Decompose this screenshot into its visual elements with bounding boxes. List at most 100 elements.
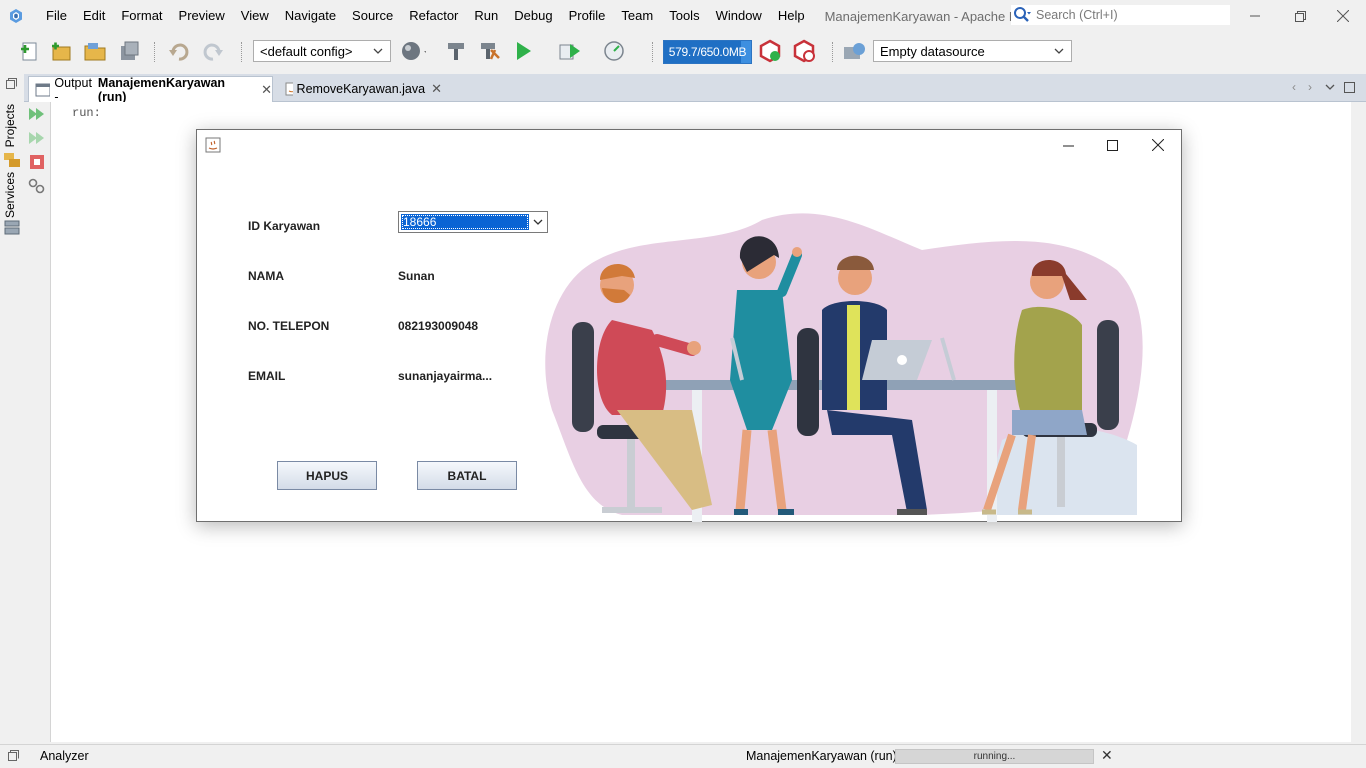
chevron-down-icon (1054, 48, 1064, 54)
email-value: sunanjayairma... (398, 369, 493, 383)
services-tab[interactable]: Services (3, 172, 17, 218)
datasource-select[interactable]: Empty datasource (873, 40, 1072, 62)
dialog-maximize-button[interactable] (1089, 130, 1135, 160)
run-project-button[interactable] (514, 38, 540, 64)
toolbar-separator (241, 42, 242, 62)
clean-build-icon (481, 43, 500, 60)
profile-gauge-icon (604, 41, 624, 61)
quick-search[interactable] (1011, 5, 1230, 25)
restore-group-icon[interactable] (6, 78, 18, 90)
menu-window[interactable]: Window (708, 0, 770, 32)
rerun-params-icon (29, 132, 44, 144)
config-select[interactable]: <default config> (253, 40, 391, 62)
services-panel-icon[interactable] (4, 220, 20, 236)
stop-button[interactable] (28, 153, 46, 171)
build-button[interactable] (443, 38, 469, 64)
profile-ide-button[interactable] (791, 38, 817, 64)
close-tab-icon[interactable]: ✕ (431, 81, 442, 97)
profile-project-button[interactable] (603, 38, 629, 64)
dialog-title-bar (197, 130, 1181, 160)
close-tab-icon[interactable]: ✕ (261, 82, 272, 98)
menu-navigate[interactable]: Navigate (277, 0, 344, 32)
restore-group-icon[interactable] (8, 750, 20, 762)
tab-output[interactable]: Output - ManajemenKaryawan (run) ✕ (28, 75, 273, 104)
config-select-value: <default config> (260, 43, 353, 59)
dialog-minimize-button[interactable] (1045, 130, 1091, 160)
tab-list-chevron-icon[interactable] (1325, 82, 1335, 92)
datasource-select-value: Empty datasource (880, 43, 985, 59)
editor-tab-bar: Output - ManajemenKaryawan (run) ✕ Remov… (24, 74, 1366, 104)
database-button[interactable] (842, 38, 868, 64)
rerun-button[interactable] (28, 105, 46, 123)
toolbar-separator (154, 42, 155, 62)
minimize-icon (1062, 145, 1074, 146)
menu-help[interactable]: Help (770, 0, 813, 32)
save-all-icon (121, 41, 139, 60)
menu-refactor[interactable]: Refactor (401, 0, 466, 32)
menu-tools[interactable]: Tools (661, 0, 707, 32)
scroll-tabs-left-icon[interactable]: ‹ (1292, 80, 1296, 94)
menu-team[interactable]: Team (613, 0, 661, 32)
gc-button[interactable] (757, 38, 783, 64)
output-scrollbar[interactable] (1351, 102, 1366, 742)
output-settings-button[interactable] (28, 177, 46, 195)
dialog-close-button[interactable] (1135, 130, 1181, 160)
menu-format[interactable]: Format (113, 0, 170, 32)
output-side-toolbar (24, 102, 51, 742)
menu-profile[interactable]: Profile (561, 0, 614, 32)
task-progress-bar[interactable]: running... (895, 749, 1094, 764)
cancel-task-icon[interactable]: ✕ (1101, 747, 1113, 764)
tab-output-prefix: Output - (54, 75, 92, 104)
menu-file[interactable]: File (38, 0, 75, 32)
memory-usage-indicator[interactable]: 579.7/650.0MB (663, 40, 752, 64)
telepon-label: NO. TELEPON (248, 319, 330, 333)
profile-ide-icon (793, 39, 815, 63)
globe-button[interactable] (400, 38, 426, 64)
search-input[interactable] (1036, 8, 1216, 22)
running-task-label[interactable]: ManajemenKaryawan (run) (746, 749, 897, 763)
save-all-button[interactable] (116, 38, 142, 64)
database-icon (844, 43, 865, 59)
telepon-value: 082193009048 (398, 319, 479, 333)
hapus-button[interactable]: HAPUS (277, 461, 377, 490)
debug-project-button[interactable] (558, 38, 584, 64)
restore-window-button[interactable] (1277, 0, 1323, 32)
undo-icon (169, 43, 189, 61)
menu-debug[interactable]: Debug (506, 0, 560, 32)
undo-button[interactable] (166, 38, 192, 64)
rerun-icon (29, 108, 44, 120)
minimize-icon (1250, 15, 1260, 17)
new-project-button[interactable] (48, 38, 74, 64)
output-window-icon (35, 83, 51, 96)
search-icon (1014, 7, 1031, 22)
menu-preview[interactable]: Preview (171, 0, 233, 32)
maximize-panel-icon[interactable] (1344, 82, 1355, 93)
gc-icon (759, 39, 781, 63)
tab-remove-karyawan[interactable]: RemoveKaryawan.java ✕ (282, 76, 442, 102)
projects-tab[interactable]: Projects (3, 104, 17, 147)
id-karyawan-combobox[interactable]: 18666 (398, 211, 548, 233)
clean-build-button[interactable] (477, 38, 503, 64)
open-project-button[interactable] (82, 38, 108, 64)
menu-run[interactable]: Run (466, 0, 506, 32)
restore-icon (1294, 10, 1306, 22)
tab-remove-karyawan-label: RemoveKaryawan.java (296, 82, 426, 96)
nama-value: Sunan (398, 269, 435, 283)
chevron-down-icon (373, 48, 383, 54)
new-file-button[interactable] (16, 38, 42, 64)
left-side-panel: Projects Services (0, 72, 24, 744)
progress-text: running... (973, 751, 1016, 762)
analyzer-tab[interactable]: Analyzer (40, 749, 89, 763)
projects-panel-icon[interactable] (3, 152, 21, 168)
tab-output-label: ManajemenKaryawan (run) (97, 75, 226, 104)
close-window-button[interactable] (1320, 0, 1366, 32)
menu-view[interactable]: View (233, 0, 277, 32)
nama-label: NAMA (248, 269, 284, 283)
scroll-tabs-right-icon[interactable]: › (1308, 80, 1312, 94)
rerun-with-params-button[interactable] (28, 129, 46, 147)
menu-edit[interactable]: Edit (75, 0, 113, 32)
minimize-window-button[interactable] (1232, 0, 1278, 32)
batal-button[interactable]: BATAL (417, 461, 517, 490)
menu-source[interactable]: Source (344, 0, 401, 32)
redo-button[interactable] (200, 38, 226, 64)
